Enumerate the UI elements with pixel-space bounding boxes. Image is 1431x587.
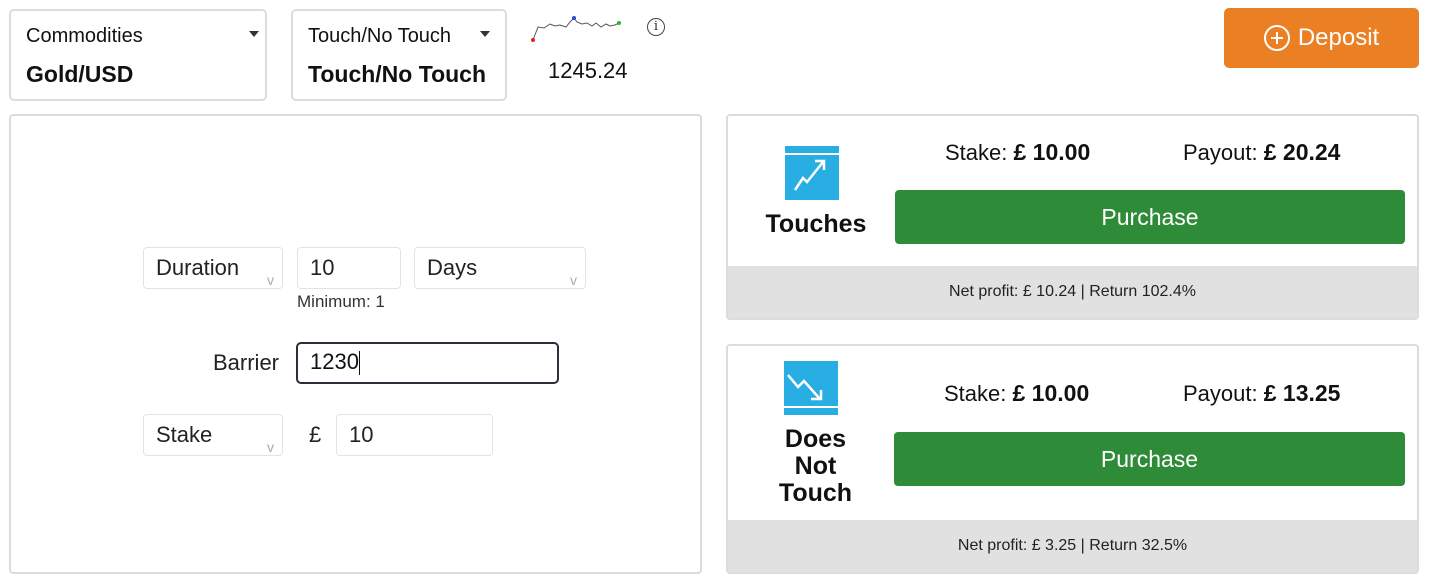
chevron-down-icon: v [267, 439, 274, 455]
purchase-button[interactable]: Purchase [895, 190, 1405, 244]
payout-summary: Payout: £ 13.25 [1183, 380, 1340, 407]
card-footer: Net profit: £ 3.25 | Return 32.5% [728, 520, 1417, 572]
contract-title: Touches [765, 210, 867, 238]
contract-type-selector[interactable]: Touch/No Touch Touch/No Touch [291, 9, 507, 101]
barrier-value: 1230 [310, 349, 359, 374]
chevron-down-icon: v [570, 272, 577, 288]
duration-unit-select[interactable]: Days v [414, 247, 586, 289]
contract-card-does-not-touch: Does Not Touch Stake: £ 10.00 Payout: £ … [726, 344, 1419, 574]
touch-icon [785, 146, 839, 200]
stake-value: £ 10.00 [1013, 139, 1091, 165]
barrier-input[interactable]: 1230 [296, 342, 559, 384]
chevron-down-icon [480, 31, 490, 37]
spot-price: 1245.24 [548, 58, 628, 83]
deposit-label: Deposit [1297, 24, 1380, 51]
market-category: Commodities [26, 25, 143, 47]
payout-value: £ 13.25 [1263, 380, 1341, 406]
contract-card-touches: Touches Stake: £ 10.00 Payout: £ 20.24 P… [726, 114, 1419, 320]
no-touch-icon [784, 361, 838, 415]
chevron-down-icon [249, 31, 259, 37]
stake-summary: Stake: £ 10.00 [945, 139, 1090, 166]
purchase-button[interactable]: Purchase [894, 432, 1405, 486]
touch-arrow-graphic [785, 153, 839, 191]
no-touch-arrow-graphic [784, 374, 838, 408]
card-footer: Net profit: £ 10.24 | Return 102.4% [728, 266, 1417, 318]
net-profit-text: Net profit: £ 3.25 | Return 32.5% [957, 537, 1188, 554]
deposit-button[interactable]: Deposit [1224, 8, 1419, 68]
info-icon[interactable]: i [647, 18, 665, 36]
stake-label: Stake: [944, 381, 1007, 406]
plus-circle-icon [1263, 25, 1290, 51]
duration-unit-label: Days [427, 255, 478, 280]
stake-summary: Stake: £ 10.00 [944, 380, 1089, 407]
contract-type-category: Touch/No Touch [308, 25, 452, 47]
stake-value: £ 10.00 [1012, 380, 1090, 406]
payout-label: Payout: [1183, 381, 1258, 406]
stake-type-select[interactable]: Stake v [143, 414, 283, 456]
stake-label: Stake: [945, 140, 1008, 165]
contract-type-value: Touch/No Touch [308, 61, 487, 87]
spark-last-dot [617, 21, 621, 25]
chevron-down-icon: v [267, 272, 274, 288]
barrier-label: Barrier [213, 350, 280, 375]
duration-amount-input[interactable]: 10 [297, 247, 401, 289]
duration-minimum-hint: Minimum: 1 [297, 292, 385, 311]
payout-value: £ 20.24 [1263, 139, 1341, 165]
net-profit-text: Net profit: £ 10.24 | Return 102.4% [949, 283, 1196, 300]
market-selector[interactable]: Commodities Gold/USD [9, 9, 267, 101]
stake-type-label: Stake [156, 422, 213, 447]
duration-type-select[interactable]: Duration v [143, 247, 283, 289]
duration-type-label: Duration [156, 255, 240, 280]
market-value: Gold/USD [26, 61, 134, 87]
payout-summary: Payout: £ 20.24 [1183, 139, 1340, 166]
stake-amount-input[interactable]: 10 [336, 414, 493, 456]
price-sparkline [531, 16, 621, 42]
currency-symbol: £ [309, 422, 322, 447]
spark-high-dot [572, 16, 576, 20]
text-cursor [358, 351, 360, 376]
spark-start-dot [531, 38, 535, 42]
contract-title: Does Not Touch [778, 425, 853, 507]
payout-label: Payout: [1183, 140, 1258, 165]
